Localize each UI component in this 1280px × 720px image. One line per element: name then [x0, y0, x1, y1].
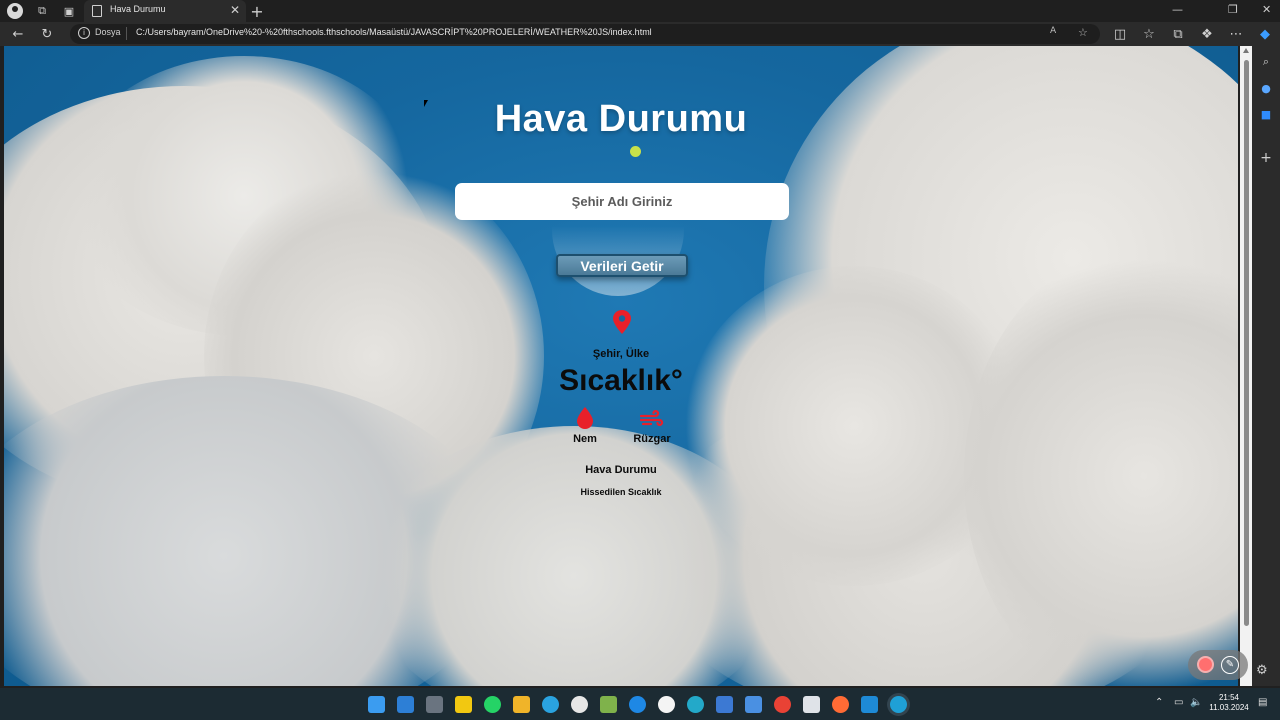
url-text[interactable]: C:/Users/bayram/OneDrive%20-%20fthschool… — [136, 27, 652, 37]
microsoft-store-icon[interactable] — [716, 696, 733, 713]
scroll-thumb[interactable] — [1244, 60, 1249, 626]
sticky-notes-icon[interactable] — [455, 696, 472, 713]
edge-dev-icon[interactable] — [687, 696, 704, 713]
windows-taskbar: ⌃ ▭ 🔈 21:54 11.03.2024 ▤ — [0, 688, 1280, 720]
notification-icon[interactable]: ▤ — [1258, 697, 1267, 708]
collections-icon[interactable]: ⧉ — [1170, 26, 1186, 42]
location-text: Şehir, Ülke — [592, 348, 650, 360]
site-info-icon[interactable]: i — [78, 27, 90, 39]
new-tab-icon[interactable]: + — [249, 2, 265, 21]
pen-icon[interactable]: ✎ — [1221, 656, 1239, 674]
wind-icon — [640, 410, 664, 426]
sidebar-copilot-icon[interactable]: ● — [1258, 80, 1274, 96]
app-store-icon[interactable] — [745, 696, 762, 713]
sidebar-outlook-icon[interactable]: ■ — [1258, 106, 1274, 122]
sidebar-search-icon[interactable]: ⌕ — [1258, 54, 1274, 70]
sidebar-settings-icon[interactable]: ⚙ — [1256, 663, 1268, 678]
title-dot — [630, 146, 641, 157]
page-viewport: Hava Durumu Verileri Getir Şehir, Ülke S… — [4, 46, 1238, 686]
network-icon[interactable]: ▭ — [1174, 697, 1183, 708]
humidity-drop-icon — [577, 407, 593, 429]
feels-like-text: Hissedilen Sıcaklık — [580, 487, 662, 497]
tab-close-icon[interactable]: ✕ — [230, 3, 240, 17]
taskbar-clock[interactable]: 21:54 11.03.2024 — [1206, 693, 1252, 713]
tab-actions-icon[interactable]: ▣ — [61, 3, 77, 19]
scroll-up-arrow-icon[interactable] — [1243, 48, 1249, 53]
address-bar[interactable]: i Dosya C:/Users/bayram/OneDrive%20-%20f… — [70, 24, 1100, 44]
workspaces-icon[interactable]: ⧉ — [34, 3, 50, 19]
task-view-icon[interactable] — [426, 696, 443, 713]
wind-text: Rüzgar — [633, 433, 671, 445]
sidebar-add-icon[interactable]: + — [1258, 150, 1274, 166]
url-separator — [126, 27, 127, 40]
browser-toolbar: ← ↻ i Dosya C:/Users/bayram/OneDrive%20-… — [0, 22, 1280, 46]
slack-icon[interactable] — [658, 696, 675, 713]
start-windows-icon[interactable] — [368, 696, 385, 713]
humidity-text: Nem — [573, 433, 597, 445]
favorite-star-icon[interactable]: ☆ — [1078, 26, 1088, 39]
chrome-icon[interactable] — [774, 696, 791, 713]
browser-titlebar: ⧉ ▣ Hava Durumu ✕ + — ❐ ✕ — [0, 0, 1280, 22]
favorites-icon[interactable]: ☆ — [1141, 26, 1157, 42]
file-explorer-icon[interactable] — [513, 696, 530, 713]
temperature-text: Sıcaklık° — [559, 364, 683, 397]
telegram-icon[interactable] — [542, 696, 559, 713]
whatsapp-icon[interactable] — [484, 696, 501, 713]
city-search-input[interactable] — [455, 183, 789, 220]
app-icon[interactable] — [803, 696, 820, 713]
app-title: Hava Durumu — [494, 98, 748, 140]
edge-sidebar: ⌕ ● ■ + — [1252, 46, 1280, 686]
copilot-icon[interactable]: ◆ — [1257, 26, 1273, 42]
vscode-icon[interactable] — [861, 696, 878, 713]
page-scrollbar[interactable] — [1240, 46, 1252, 686]
minimize-icon[interactable]: — — [1172, 3, 1183, 16]
github-icon[interactable] — [571, 696, 588, 713]
url-scheme-label: Dosya — [95, 27, 121, 37]
tab-title: Hava Durumu — [110, 4, 166, 14]
messenger-icon[interactable] — [629, 696, 646, 713]
fetch-data-button[interactable]: Verileri Getir — [556, 254, 688, 277]
record-icon[interactable] — [1197, 656, 1214, 673]
clock-date: 11.03.2024 — [1209, 703, 1249, 712]
tray-chevron-icon[interactable]: ⌃ — [1155, 697, 1163, 708]
restore-icon[interactable]: ❐ — [1228, 3, 1238, 16]
close-window-icon[interactable]: ✕ — [1262, 3, 1271, 16]
browser-tab-active[interactable]: Hava Durumu ✕ — [84, 0, 246, 22]
weather-description-text: Hava Durumu — [585, 464, 657, 476]
back-icon[interactable]: ← — [10, 26, 26, 42]
clock-time: 21:54 — [1218, 693, 1240, 702]
git-app-icon[interactable] — [600, 696, 617, 713]
refresh-icon[interactable]: ↻ — [39, 26, 55, 42]
location-pin-icon — [613, 310, 631, 334]
postman-icon[interactable] — [832, 696, 849, 713]
widgets-icon[interactable] — [397, 696, 414, 713]
screen-recorder-widget: ✎ — [1188, 650, 1248, 680]
split-screen-icon[interactable]: ◫ — [1112, 26, 1128, 42]
volume-icon[interactable]: 🔈 — [1190, 697, 1202, 708]
more-menu-icon[interactable]: ⋯ — [1228, 26, 1244, 42]
read-aloud-icon[interactable]: A — [1050, 26, 1056, 36]
page-favicon-icon — [92, 5, 102, 17]
extensions-icon[interactable]: ❖ — [1199, 26, 1215, 42]
edge-browser-icon[interactable] — [890, 696, 907, 713]
profile-avatar-icon[interactable] — [7, 3, 23, 19]
